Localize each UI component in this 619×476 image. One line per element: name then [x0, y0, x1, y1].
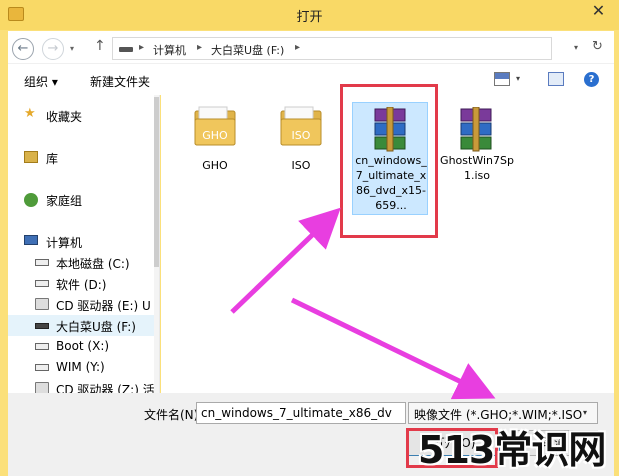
forward-button[interactable]: →: [42, 38, 64, 60]
file-name: ISO: [291, 159, 311, 172]
sidebar-item-favorites[interactable]: ★ 收藏夹: [8, 105, 148, 126]
breadcrumb-separator: ▸: [139, 42, 145, 53]
folder-badge: ISO: [292, 129, 311, 142]
chevron-down-icon[interactable]: ▾: [583, 408, 587, 417]
file-name: GHO: [202, 159, 228, 172]
open-dialog: 打开 ✕ ← → ▾ ↑ ▸ 计算机 ▸ 大白菜U盘 (F:) ▸ ▾ ↻ 组织…: [0, 0, 619, 476]
sidebar-item-drive-x[interactable]: Boot (X:): [8, 336, 148, 357]
drive-icon: [119, 47, 133, 52]
watermark: 513常识网: [418, 428, 606, 472]
sidebar-item-label: 软件 (D:): [56, 278, 107, 292]
folder-badge: GHO: [202, 129, 228, 142]
sidebar-item-label: 家庭组: [46, 194, 83, 208]
sidebar-item-label: 库: [46, 152, 59, 166]
new-folder-button[interactable]: 新建文件夹: [90, 73, 150, 90]
breadcrumb-separator: ▸: [295, 42, 301, 53]
close-button[interactable]: ✕: [578, 0, 619, 22]
organize-button[interactable]: 组织 ▾: [24, 73, 58, 90]
sidebar-item-label: CD 驱动器 (E:) U: [56, 299, 151, 313]
back-button[interactable]: ←: [12, 38, 34, 60]
sidebar-scrollbar[interactable]: [154, 95, 159, 393]
filename-label: 文件名(N):: [144, 408, 203, 422]
address-bar: ← → ▾ ↑ ▸ 计算机 ▸ 大白菜U盘 (F:) ▸ ▾ ↻: [8, 31, 614, 63]
sidebar-item-drive-z[interactable]: CD 驱动器 (Z:) 活: [8, 378, 155, 393]
file-item-ghostwin7[interactable]: GhostWin7Sp1.iso: [439, 103, 515, 193]
navigation-pane: ★ 收藏夹 库 家庭组 计算机 本地磁盘 (C:) 软件 (D:) CD 驱动器…: [8, 95, 160, 393]
rar-archive-icon: [460, 107, 492, 152]
sidebar-item-drive-e[interactable]: CD 驱动器 (E:) U: [8, 294, 151, 315]
cd-drive-icon: [35, 382, 49, 393]
file-item-gho[interactable]: GHO GHO: [177, 103, 253, 183]
folder-icon: ISO: [280, 106, 322, 146]
usb-drive-icon: [35, 323, 49, 329]
breadcrumb-computer[interactable]: 计算机: [153, 42, 186, 58]
sidebar-item-label: 收藏夹: [46, 110, 83, 124]
breadcrumb-usb-drive[interactable]: 大白菜U盘 (F:): [211, 42, 284, 58]
cd-drive-icon: [35, 298, 49, 310]
scrollbar-thumb[interactable]: [154, 97, 159, 267]
sidebar-item-label: 计算机: [46, 236, 83, 250]
title-bar: 打开 ✕: [0, 0, 619, 30]
breadcrumb-separator: ▸: [197, 42, 203, 53]
drive-icon: [35, 364, 49, 371]
window-title: 打开: [296, 10, 323, 25]
recent-locations-dropdown[interactable]: ▾: [70, 44, 74, 53]
sidebar-item-label: 大白菜U盘 (F:): [56, 320, 136, 334]
sidebar-item-drive-d[interactable]: 软件 (D:): [8, 273, 148, 294]
path-box[interactable]: ▸ 计算机 ▸ 大白菜U盘 (F:) ▸: [112, 37, 552, 60]
sidebar-item-computer[interactable]: 计算机: [8, 231, 148, 252]
file-item-iso[interactable]: ISO ISO: [263, 103, 339, 183]
path-dropdown-icon[interactable]: ▾: [574, 43, 578, 52]
sidebar-item-label: 本地磁盘 (C:): [56, 257, 130, 271]
drive-icon: [35, 259, 49, 266]
sidebar-item-label: CD 驱动器 (Z:) 活: [56, 383, 155, 393]
computer-icon: [24, 235, 38, 245]
sidebar-item-drive-c[interactable]: 本地磁盘 (C:): [8, 252, 148, 273]
drive-icon: [35, 343, 49, 350]
sidebar-item-label: WIM (Y:): [56, 360, 105, 374]
change-view-icon[interactable]: [494, 72, 510, 86]
folder-icon: GHO: [194, 106, 236, 146]
sidebar-item-drive-f[interactable]: 大白菜U盘 (F:): [8, 315, 154, 336]
up-button[interactable]: ↑: [94, 38, 106, 54]
view-dropdown-icon[interactable]: ▾: [516, 74, 520, 83]
file-name: GhostWin7Sp1.iso: [440, 154, 514, 182]
sidebar-item-homegroup[interactable]: 家庭组: [8, 189, 148, 210]
filename-input[interactable]: cn_windows_7_ultimate_x86_dv: [196, 402, 406, 424]
toolbar: 组织 ▾ 新建文件夹 ▾ ?: [8, 63, 614, 95]
preview-pane-icon[interactable]: [548, 72, 564, 86]
library-icon: [24, 151, 38, 163]
highlight-box-selected-file: [340, 84, 438, 238]
star-icon: ★: [24, 106, 36, 121]
help-icon[interactable]: ?: [584, 72, 599, 87]
refresh-icon[interactable]: ↻: [592, 39, 603, 54]
sidebar-item-label: Boot (X:): [56, 339, 110, 353]
sidebar-item-libraries[interactable]: 库: [8, 147, 148, 168]
homegroup-icon: [24, 193, 38, 207]
sidebar-item-drive-y[interactable]: WIM (Y:): [8, 357, 148, 378]
drive-icon: [35, 280, 49, 287]
